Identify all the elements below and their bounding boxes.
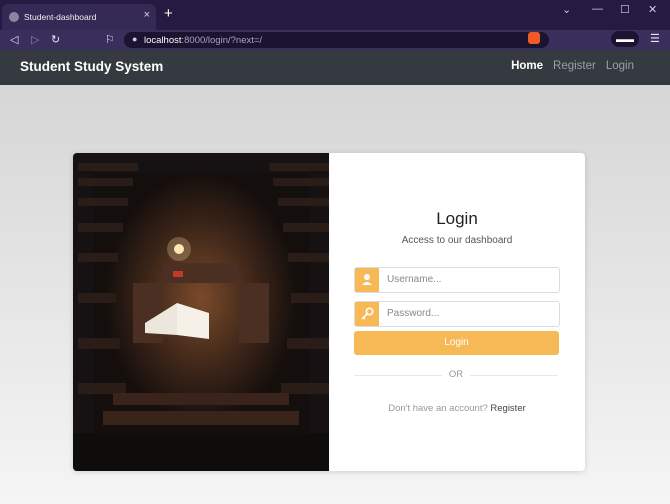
divider-line-right xyxy=(470,375,558,376)
password-field[interactable]: Password... xyxy=(354,301,560,327)
address-bar: ◁ ▷ ↻ ⚐ ● localhost:8000/login/?next=/ ▬… xyxy=(0,30,670,50)
or-divider: OR xyxy=(354,369,558,381)
login-button[interactable]: Login xyxy=(354,331,559,355)
password-input[interactable]: Password... xyxy=(387,308,439,319)
signup-prompt: Don't have an account? Register xyxy=(329,403,585,414)
browser-tab-bar: Student-dashboard × + ⌄ — ☐ ✕ xyxy=(0,0,670,30)
nav-link-login[interactable]: Login xyxy=(606,60,634,72)
url-field[interactable]: ● localhost:8000/login/?next=/ xyxy=(124,32,549,48)
url-text: localhost:8000/login/?next=/ xyxy=(144,35,262,46)
login-card: Login Access to our dashboard Username..… xyxy=(73,153,585,471)
tab-title: Student-dashboard xyxy=(24,12,97,22)
browser-tab[interactable]: Student-dashboard × xyxy=(2,4,156,30)
site-brand[interactable]: Student Study System xyxy=(20,59,163,74)
tab-search-icon[interactable]: ⌄ xyxy=(562,3,571,16)
url-host: localhost xyxy=(144,35,182,46)
back-icon[interactable]: ◁ xyxy=(10,33,18,46)
tab-close-icon[interactable]: × xyxy=(144,9,150,21)
brave-shield-icon[interactable] xyxy=(528,32,540,44)
key-icon xyxy=(355,302,379,326)
tab-favicon-icon xyxy=(9,12,19,22)
login-form: Login Access to our dashboard Username..… xyxy=(329,153,585,471)
lock-icon: ● xyxy=(132,34,138,44)
user-icon xyxy=(355,268,379,292)
browser-menu-icon[interactable]: ☰ xyxy=(650,32,660,45)
forward-icon[interactable]: ▷ xyxy=(31,33,39,46)
page-body: Login Access to our dashboard Username..… xyxy=(0,85,670,504)
minimize-icon[interactable]: — xyxy=(592,3,603,15)
private-window-icon[interactable]: ▬▬ xyxy=(611,31,639,47)
url-path: :8000/login/?next=/ xyxy=(181,35,263,46)
login-title: Login xyxy=(436,209,478,228)
maximize-icon[interactable]: ☐ xyxy=(620,3,630,16)
close-window-icon[interactable]: ✕ xyxy=(648,3,657,16)
username-field[interactable]: Username... xyxy=(354,267,560,293)
new-tab-icon[interactable]: + xyxy=(164,6,173,21)
username-input[interactable]: Username... xyxy=(387,274,441,285)
library-photo xyxy=(73,153,329,471)
nav-link-home[interactable]: Home xyxy=(511,60,543,72)
site-navbar: Student Study System Home Register Login xyxy=(0,50,670,85)
reload-icon[interactable]: ↻ xyxy=(51,33,60,46)
no-account-text: Don't have an account? xyxy=(388,403,488,414)
nav-link-register[interactable]: Register xyxy=(553,60,596,72)
bookmark-icon[interactable]: ⚐ xyxy=(105,33,115,46)
nav-links: Home Register Login xyxy=(511,60,634,72)
login-subtitle: Access to our dashboard xyxy=(401,235,513,246)
register-link[interactable]: Register xyxy=(490,403,525,414)
